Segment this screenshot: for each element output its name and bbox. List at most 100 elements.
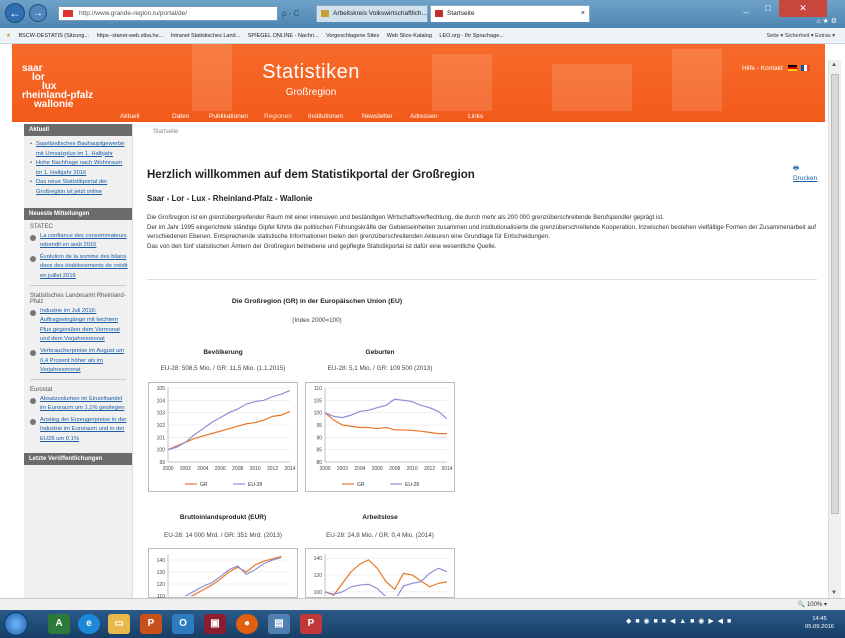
x-tick-label: 2012 [424,466,435,472]
top-links: Hilfe - Kontakt [742,65,811,72]
favorite-link[interactable]: BSCW-DESTATIS (Sitzung... [18,28,89,43]
site-subtitle: Großregion [285,87,337,98]
y-tick-label: 100 [157,448,166,454]
news-link[interactable]: Verbraucherpreise im August um 0,4 Proze… [40,348,124,373]
tab-favicon-icon [321,10,329,17]
y-tick-label: 85 [316,448,322,454]
intro-paragraph: Der im Jahr 1995 eingerichtete ständige … [147,223,816,241]
site-logo[interactable]: saar lor lux rheinland-pfalz wallonie [22,64,93,110]
taskbar-outlook-icon[interactable]: O [172,614,194,634]
news-icon [30,418,36,425]
chart-title: Geburten [365,349,395,356]
aktuell-link[interactable]: Das neue Statistikportal der Großregion … [36,179,107,195]
home-favorites-settings-icons[interactable]: ⌂ ★ ⚙ [816,17,837,25]
news-link[interactable]: La confiance des consommateurs rebondit … [40,233,127,249]
browser-title-bar: ← → http://www.grande-region.lu/portal/d… [0,0,845,28]
taskbar-app-icon[interactable]: ▣ [204,614,226,634]
system-tray-icons[interactable]: ◆ ■ ◉ ■ ■ ◀ ▲ ■ ◉ ▶ ◀ ■ [626,617,732,625]
y-tick-label: 100 [314,411,323,417]
news-link[interactable]: Anstieg der Erzeugerpreise in der Indust… [40,417,126,442]
address-text: http://www.grande-region.lu/portal/de/ [79,10,188,17]
y-tick-label: 105 [157,386,166,392]
breadcrumb[interactable]: Startseite [153,129,178,135]
german-flag-icon[interactable] [787,65,797,72]
site-title: Statistiken [262,61,360,83]
intro-text: Die Großregion ist ein grenzübergreifend… [147,213,831,251]
back-button[interactable]: ← [5,3,25,23]
news-link[interactable]: Absatzvolumen im Einzelhandel im Eurorau… [40,396,124,412]
x-tick-label: 2000 [162,466,173,472]
scroll-down-icon[interactable]: ▼ [831,590,837,596]
news-link[interactable]: Évolution de la somme des bilans dans de… [40,254,128,279]
favorite-link[interactable]: Web Slice-Katalog [387,28,432,43]
favorite-link[interactable]: Intranet Statistisches Land... [171,28,240,43]
x-tick-label: 2000 [319,466,330,472]
taskbar-app-icon[interactable]: A [48,614,70,634]
favorite-link[interactable]: LEO.org - Ihr Sprachage... [439,28,504,43]
taskbar-firefox-icon[interactable]: ● [236,614,258,634]
address-bar[interactable]: http://www.grande-region.lu/portal/de/ [58,6,278,21]
intro-paragraph: Das von den fünf statistischen Ämtern de… [147,242,497,250]
minimize-button[interactable]: _ [735,0,757,17]
news-link[interactable]: Industrie im Juli 2016: Auftragseingänge… [40,308,120,343]
browser-window: ← → http://www.grande-region.lu/portal/d… [0,0,845,638]
nav-publikationen[interactable]: Publikationen [209,111,248,122]
command-bar[interactable]: Seite ▾ Sicherheit ▾ Extras ▾ [766,28,835,43]
y-tick-label: 102 [157,423,166,429]
clock[interactable]: 14:45 05.09.2016 [805,615,834,631]
y-tick-label: 120 [157,582,166,588]
banner-decoration [192,44,232,111]
print-label[interactable]: Drucken [793,175,817,182]
chart-title: Arbeitslose [362,514,398,521]
sidebar-heading-news: Neueste Mitteilungen [24,207,132,220]
taskbar-ie-icon[interactable]: e [78,614,100,634]
y-tick-label: 110 [314,386,322,392]
favorite-link[interactable]: SPIEGEL ONLINE - Nachri... [248,28,319,43]
sidebar: Aktuell Saarländisches Bauhauptgewerbe m… [24,124,133,598]
nav-newsletter[interactable]: Newsletter [362,111,393,122]
browser-tab-active[interactable]: Startseite × [430,5,590,22]
sidebar-heading-latest: Letzte Veröffentlichungen [24,452,132,465]
taskbar-pdf-icon[interactable]: P [300,614,322,634]
taskbar-app-icon[interactable]: ▤ [268,614,290,634]
nav-links[interactable]: Links [468,111,483,122]
tab-favicon-icon [435,10,443,17]
print-link[interactable]: 🖶 Drucken [793,164,825,182]
close-tab-icon[interactable]: × [581,6,585,21]
browser-tab[interactable]: Arbeitskreis Volkswirtschaftlich... [316,5,428,22]
chart-title: Bevölkerung [203,349,243,356]
address-controls[interactable]: ρ - C [282,6,314,21]
start-button[interactable] [4,612,28,636]
logo-line: wallonie [34,99,74,110]
y-tick-label: 101 [157,435,166,441]
page-scrollbar[interactable]: ▲ ▼ [828,60,841,598]
help-contact-link[interactable]: Hilfe - Kontakt [742,65,783,72]
chart-frame [148,382,298,492]
favorite-link[interactable]: https--xtanet-web.stba.he... [97,28,164,43]
taskbar-powerpoint-icon[interactable]: P [140,614,162,634]
taskbar-explorer-icon[interactable]: ▭ [108,614,130,634]
aktuell-link[interactable]: Hohe Nachfrage nach Wohnraum im 1. Halbj… [36,160,122,176]
x-tick-label: 2004 [354,466,365,472]
favorite-link[interactable]: Vorgeschlagene Sites [326,28,379,43]
nav-aktuell[interactable]: Aktuell [120,111,140,122]
nav-institutionen[interactable]: Institutionen [308,111,343,122]
french-flag-icon[interactable] [801,65,811,72]
nav-daten[interactable]: Daten [172,111,189,122]
favorites-star-icon[interactable]: ★ [6,28,11,43]
news-source-label: Eurostat [30,386,53,393]
news-source-label: Statistisches Landesamt Rheinland-Pfalz [30,292,126,305]
forward-button[interactable]: → [29,4,47,22]
y-tick-label: 90 [316,435,322,441]
maximize-button[interactable]: □ [757,0,779,17]
scrollbar-thumb[interactable] [831,74,839,514]
nav-regionen[interactable]: Regionen [264,111,292,122]
page-favicon-icon [63,10,73,17]
close-window-button[interactable]: ✕ [779,0,827,17]
scroll-up-icon[interactable]: ▲ [831,62,837,68]
clock-time: 14:45 [812,616,827,622]
zoom-value: 100% [806,602,823,608]
aktuell-link[interactable]: Saarländisches Bauhauptgewerbe mit Umsat… [36,141,124,157]
nav-adressen[interactable]: Adressen [410,111,437,122]
page-subtitle: Saar - Lor - Lux - Rheinland-Pfalz - Wal… [147,194,313,203]
